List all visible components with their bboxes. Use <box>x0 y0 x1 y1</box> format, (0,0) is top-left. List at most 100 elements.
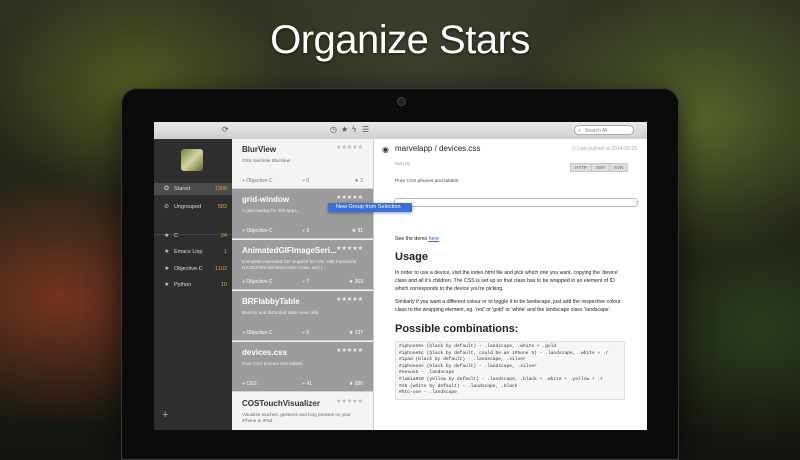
sidebar-item-lang-objective-c[interactable]: ★ Objective-C 1102 <box>154 263 232 275</box>
fork-count-text: 41 <box>306 381 312 387</box>
code-block: #iphone5s (black by default) - .landscap… <box>395 341 625 400</box>
repo-description: OSX real time BlurView <box>242 158 290 163</box>
fork-count: ⑂ 0 <box>302 178 309 184</box>
star-count-text: 2 <box>360 178 363 184</box>
sidebar-item-stared[interactable]: ✪ Stared 1300 <box>154 183 232 195</box>
repo-detail: ◉ marvelapp / devices.css ◷ Last pushed … <box>374 139 647 430</box>
clone-protocol-tabs: HTTP SSH SVN <box>570 163 629 172</box>
sidebar-item-label: Emacs Lisp <box>174 249 203 255</box>
camera-dot <box>397 97 406 106</box>
sidebar-item-count: 1102 <box>215 266 227 272</box>
language-text: Objective-C <box>246 178 273 184</box>
clock-icon[interactable]: ◷ <box>330 125 337 135</box>
language-label: ◖ Objective-C <box>242 330 273 336</box>
repo-item[interactable]: BlurView ★★★★★ OSX real time BlurView ◖ … <box>232 139 373 189</box>
language-label: ◖ CSS <box>242 381 257 387</box>
repo-title[interactable]: marvelapp / devices.css <box>395 144 480 153</box>
star-icon: ★ <box>164 282 170 288</box>
repo-item[interactable]: COSTouchVisualizer ★★★★★ Visualize touch… <box>232 393 373 430</box>
sidebar-item-lang-python[interactable]: ★ Python 10 <box>154 279 232 291</box>
repo-name: AnimatedGIFImageSeri... <box>242 246 337 255</box>
star-count: ★ 137 <box>349 330 363 336</box>
sidebar-item-count: 583 <box>217 204 227 210</box>
star-icon: ★ <box>164 249 170 255</box>
context-menu-new-group[interactable]: New Group from Selection <box>328 203 412 212</box>
usage-paragraph-2: Similarly if you want a different colour… <box>395 299 621 313</box>
star-count-text: 137 <box>354 330 363 336</box>
sidebar-item-label: Python <box>174 282 192 288</box>
repo-list: BlurView ★★★★★ OSX real time BlurView ◖ … <box>232 139 374 430</box>
clone-url-field[interactable] <box>394 198 638 207</box>
ungrouped-icon: ⊘ <box>164 204 170 210</box>
star-count-text: 680 <box>354 381 363 387</box>
sidebar-item-label: Stared <box>174 186 191 192</box>
tab-http[interactable]: HTTP <box>570 163 592 172</box>
star-icon: ★ <box>164 266 170 272</box>
repo-detail-description: Pure CSS phones and tablets <box>395 179 459 184</box>
language-text: Objective-C <box>246 228 273 234</box>
usage-paragraph-1: In order to use a device, visit the inde… <box>395 270 619 292</box>
sidebar-item-label: Ungrouped <box>174 204 202 210</box>
fork-count: ⑂ 5 <box>302 330 309 336</box>
sidebar-item-count: 10 <box>220 282 227 288</box>
repo-item[interactable]: devices.css ★★★★★ Pure CSS phones and ta… <box>232 342 373 392</box>
star-count-text: 91 <box>357 228 363 234</box>
rating-stars-icon: ★★★★★ <box>336 348 363 354</box>
last-pushed-text: Last pushed at 2014-03-25 <box>577 146 637 152</box>
repo-name: devices.css <box>242 348 287 357</box>
repo-name: grid-window <box>242 195 290 204</box>
sidebar-item-ungrouped[interactable]: ⊘ Ungrouped 583 <box>154 201 232 213</box>
repo-name: BlurView <box>242 145 277 154</box>
fork-count-text: 7 <box>306 279 310 285</box>
toolbar: ⟳ ◷ ★ ϟ ☰ ⌕ Search All <box>154 122 647 140</box>
bolt-icon[interactable]: ϟ <box>352 125 356 135</box>
language-text: Objective-C <box>246 279 273 285</box>
fork-count-text: 5 <box>306 330 310 336</box>
fork-count: ⑂ 7 <box>302 279 309 285</box>
fork-count-text: 3 <box>306 228 310 234</box>
star-count: ★ 91 <box>352 228 363 234</box>
avatar[interactable] <box>181 149 203 171</box>
rating-stars-icon: ★★★★★ <box>336 246 363 252</box>
tab-svn[interactable]: SVN <box>609 163 629 172</box>
demo-link[interactable]: here <box>429 236 439 242</box>
readme: See the demo here Usage In order to use … <box>395 235 625 400</box>
search-placeholder: Search All <box>585 128 608 134</box>
repo-name: BRFlabbyTable <box>242 297 300 306</box>
search-icon: ⌕ <box>578 128 582 134</box>
tab-ssh[interactable]: SSH <box>590 163 611 172</box>
list-icon[interactable]: ☰ <box>362 125 369 135</box>
star-count: ★ 680 <box>349 381 363 387</box>
repo-item[interactable]: grid-window ★★★★★ A grid overlay for iOS… <box>232 189 373 239</box>
sidebar-item-count: 24 <box>220 233 227 239</box>
search-input[interactable]: ⌕ Search All <box>574 125 634 135</box>
star-icon[interactable]: ★ <box>341 125 348 135</box>
repo-description: Pure CSS phones and tablets <box>242 361 303 366</box>
sidebar-item-lang-emacs-lisp[interactable]: ★ Emacs Lisp 1 <box>154 246 232 258</box>
demo-line: See the demo here <box>395 235 625 243</box>
language-label: ◖ Objective-C <box>242 228 273 234</box>
star-count: ★ 2 <box>354 178 363 184</box>
language-text: Objective-C <box>246 330 273 336</box>
repo-description: Bouncy and distorded table view cells <box>242 310 319 315</box>
built-by-label: built by <box>395 162 411 167</box>
repo-description: Visualize touches, gestures and long pre… <box>242 412 351 423</box>
hero-title: Organize Stars <box>270 18 530 62</box>
star-icon: ★ <box>164 233 170 239</box>
refresh-icon[interactable]: ⟳ <box>222 125 229 135</box>
rating-stars-icon: ★★★★★ <box>336 297 363 303</box>
fork-count: ⑂ 3 <box>302 228 309 234</box>
app-window: ⟳ ◷ ★ ϟ ☰ ⌕ Search All ✪ Stared 1300 ⊘ U… <box>154 122 647 430</box>
sidebar-item-lang-c[interactable]: ★ C 24 <box>154 230 232 242</box>
star-count: ★ 263 <box>349 279 363 285</box>
repo-item[interactable]: AnimatedGIFImageSeri... ★★★★★ Complete A… <box>232 240 373 290</box>
rating-stars-icon: ★★★★★ <box>336 195 363 201</box>
sidebar-item-count: 1300 <box>214 186 227 192</box>
star-count-text: 263 <box>354 279 363 285</box>
language-label: ◖ Objective-C <box>242 279 273 285</box>
fork-count-text: 0 <box>306 178 310 184</box>
add-group-button[interactable]: + <box>162 409 168 421</box>
combinations-heading: Possible combinations: <box>395 323 519 335</box>
repo-item[interactable]: BRFlabbyTable ★★★★★ Bouncy and distorded… <box>232 291 373 341</box>
last-pushed: ◷ Last pushed at 2014-03-25 <box>571 146 637 152</box>
